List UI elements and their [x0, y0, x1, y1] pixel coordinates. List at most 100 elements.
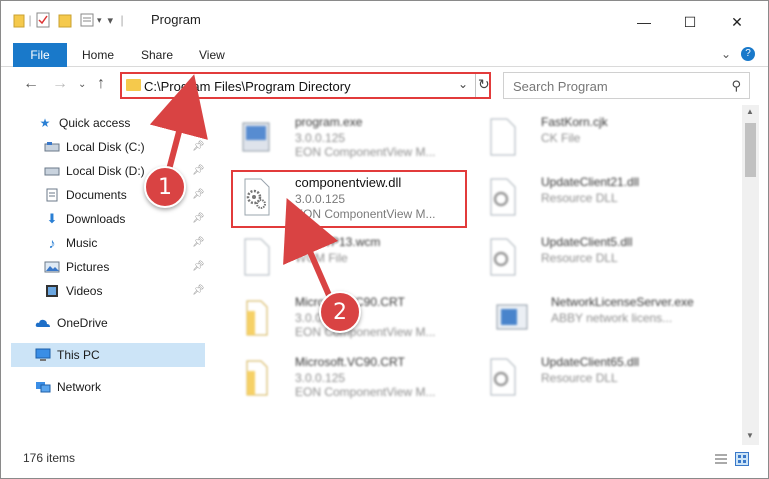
navigation-bar: ← → ⌄ ↑ C:\Program Files\Program Directo… [1, 69, 768, 103]
address-bar[interactable]: C:\Program Files\Program Directory ⌄ ↻ [120, 72, 491, 99]
explorer-window: | ▾ ▾ | Program — ☐ ✕ File Home Share Vi… [0, 0, 769, 479]
file-tile[interactable]: S4...WP13.wcm WCM File [225, 229, 465, 285]
file-detail: Resource DLL [541, 371, 618, 385]
file-tile[interactable]: UpdateClient65.dll Resource DLL [471, 349, 711, 405]
file-icon [490, 118, 516, 156]
vertical-scrollbar[interactable]: ▲ ▼ [742, 105, 759, 445]
highlight-box [231, 170, 467, 228]
step-2-badge: 2 [319, 291, 361, 333]
file-detail: Resource DLL [541, 191, 618, 205]
file-detail: EON ComponentView M... [295, 145, 436, 159]
folder-icon[interactable] [13, 12, 25, 28]
file-detail: 3.0.0.125 [295, 131, 346, 145]
recent-locations-icon[interactable]: ⌄ [78, 79, 86, 90]
file-tile[interactable]: UpdateClient5.dll Resource DLL [471, 229, 711, 285]
pin-icon[interactable]: 📌︎ [192, 141, 205, 152]
sidebar-item-documents[interactable]: Documents [44, 184, 127, 206]
tab-view[interactable]: View [199, 48, 225, 62]
network-icon [36, 382, 51, 393]
file-tile[interactable]: UpdateClient21.dll Resource DLL [471, 169, 711, 225]
expand-ribbon-icon[interactable]: ⌄ [721, 47, 731, 61]
dll-icon [490, 178, 516, 216]
file-tile[interactable]: FastKorn.cjk CK File [471, 109, 711, 165]
search-box[interactable]: Search Program ⚲ [503, 72, 750, 99]
details-view-icon[interactable] [714, 453, 728, 465]
search-icon: ⚲ [731, 78, 741, 93]
title-bar: | ▾ ▾ | Program — ☐ ✕ [1, 1, 768, 39]
pin-icon[interactable]: 📌︎ [192, 285, 205, 296]
new-folder-icon[interactable] [57, 12, 75, 28]
address-path[interactable]: C:\Program Files\Program Directory [144, 79, 351, 94]
scrollbar-thumb[interactable] [745, 123, 756, 177]
window-title: Program [151, 12, 201, 27]
pin-icon[interactable]: 📌︎ [192, 237, 205, 248]
sidebar-item-onedrive[interactable]: OneDrive [35, 312, 108, 334]
properties-icon[interactable] [35, 12, 51, 28]
exe-icon [242, 122, 270, 152]
search-input[interactable]: Search Program [513, 79, 608, 94]
sidebar-item-music[interactable]: ♪ Music [44, 232, 98, 254]
forward-arrow-icon[interactable]: → [52, 75, 68, 93]
refresh-icon[interactable]: ↻ [478, 76, 490, 93]
pin-icon[interactable]: 📌︎ [192, 165, 205, 176]
videos-icon [46, 285, 58, 297]
maximize-button[interactable]: ☐ [667, 11, 713, 33]
quick-access-toolbar: | ▾ ▾ | [13, 11, 131, 29]
file-name: Microsoft.VC90.CRT [295, 355, 405, 369]
divider: | [28, 13, 32, 27]
sidebar-item-label: Pictures [66, 260, 110, 274]
file-detail: Resource DLL [541, 251, 618, 265]
sidebar-item-label: Local Disk (D:) [66, 164, 145, 178]
file-detail: WCM File [295, 251, 348, 265]
exe-icon [496, 304, 528, 330]
scroll-down-icon[interactable]: ▼ [746, 431, 754, 440]
pin-icon[interactable]: 📌︎ [192, 213, 205, 224]
item-count: 176 items [23, 451, 76, 465]
help-icon[interactable]: ? [741, 47, 755, 61]
pin-icon[interactable]: 📌︎ [192, 261, 205, 272]
file-tile[interactable]: program.exe 3.0.0.125 EON ComponentView … [225, 109, 465, 165]
sidebar-item-label: Local Disk (C:) [66, 140, 145, 154]
file-name: UpdateClient65.dll [541, 355, 640, 369]
drive-icon [44, 167, 60, 176]
close-button[interactable]: ✕ [714, 11, 760, 33]
tab-home[interactable]: Home [82, 48, 114, 62]
sidebar-item-this-pc[interactable]: This PC [35, 344, 100, 366]
up-arrow-icon[interactable]: ↑ [97, 75, 105, 93]
divider [475, 74, 476, 97]
sidebar-item-network[interactable]: Network [35, 376, 101, 398]
folder-icon [246, 360, 268, 396]
pin-icon[interactable]: 📌︎ [192, 189, 205, 200]
file-tile[interactable]: Microsoft.VC90.CRT 3.0.0.125 EON Compone… [225, 349, 465, 405]
dll-icon [490, 238, 516, 276]
sidebar-item-label: Downloads [66, 212, 126, 226]
cloud-icon [35, 319, 50, 327]
back-arrow-icon[interactable]: ← [23, 75, 39, 93]
file-name: FastKorn.cjk [541, 115, 608, 129]
tab-share[interactable]: Share [141, 48, 173, 62]
chevron-down-icon[interactable]: ▾ [97, 15, 102, 26]
dll-icon [490, 358, 516, 396]
minimize-button[interactable]: — [621, 11, 667, 33]
chevron-down-icon[interactable]: ⌄ [458, 77, 468, 91]
file-name: NetworkLicenseServer.exe [551, 295, 694, 309]
view-icon[interactable] [79, 12, 97, 28]
tab-file[interactable]: File [13, 43, 67, 67]
sidebar-item-local-disk-c[interactable]: Local Disk (C:) [44, 136, 145, 158]
sidebar-item-quick-access[interactable]: ★ Quick access [37, 112, 131, 134]
file-detail: ABBY network licens... [551, 311, 673, 325]
sidebar-item-videos[interactable]: Videos [44, 280, 102, 302]
folder-icon [126, 79, 141, 91]
scroll-up-icon[interactable]: ▲ [746, 107, 754, 116]
file-icon [244, 238, 270, 276]
pictures-icon [44, 261, 60, 273]
sidebar-item-downloads[interactable]: ⬇ Downloads [44, 208, 126, 230]
sidebar-item-label: Videos [66, 284, 103, 298]
file-list: program.exe 3.0.0.125 EON ComponentView … [211, 105, 741, 445]
tiles-view-icon[interactable] [735, 452, 749, 466]
sidebar-item-local-disk-d[interactable]: Local Disk (D:) [44, 160, 145, 182]
sidebar-item-pictures[interactable]: Pictures [44, 256, 109, 278]
navigation-pane: ★ Quick access Local Disk (C:) 📌︎ Local … [1, 107, 207, 445]
status-bar: 176 items [1, 447, 768, 471]
file-tile[interactable]: NetworkLicenseServer.exe ABBY network li… [481, 289, 721, 345]
